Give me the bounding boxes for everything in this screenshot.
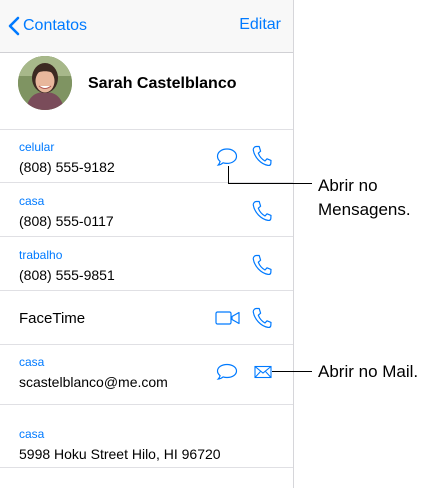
contact-header: Sarah Castelblanco: [0, 53, 293, 130]
phone-row-work[interactable]: trabalho (808) 555-9851: [0, 237, 293, 291]
message-bubble-icon[interactable]: [216, 363, 238, 386]
phone-row-mobile[interactable]: celular (808) 555-9182: [0, 129, 293, 183]
phone-label: celular: [19, 140, 55, 154]
phone-icon[interactable]: [252, 200, 272, 227]
phone-number: (808) 555-9851: [19, 267, 115, 283]
email-label: casa: [19, 355, 45, 369]
chevron-left-icon: [8, 16, 20, 36]
navigation-bar: Contatos Editar: [0, 0, 293, 53]
phone-icon[interactable]: [252, 254, 272, 281]
contact-name: Sarah Castelblanco: [88, 75, 237, 92]
mail-callout: Abrir no Mail.: [318, 362, 419, 381]
back-button[interactable]: Contatos: [8, 14, 87, 38]
phone-row-home[interactable]: casa (808) 555-0117: [0, 183, 293, 237]
phone-icon[interactable]: [252, 145, 272, 172]
phone-number: (808) 555-0117: [19, 213, 114, 229]
avatar: [18, 56, 72, 110]
mail-callout-leader: [272, 371, 312, 372]
edit-button[interactable]: Editar: [239, 16, 281, 34]
video-camera-icon[interactable]: [215, 310, 241, 331]
message-bubble-icon[interactable]: [216, 147, 238, 172]
messages-callout-leader: [228, 166, 229, 183]
back-button-label: Contatos: [23, 17, 88, 34]
email-address: scastelblanco@me.com: [19, 374, 168, 390]
messages-callout-line: Abrir no: [318, 176, 378, 195]
messages-callout-line: Mensagens.: [318, 200, 411, 219]
messages-callout-leader: [228, 183, 312, 184]
address-label: casa: [19, 427, 45, 441]
phone-label: trabalho: [19, 248, 63, 262]
phone-number: (808) 555-9182: [19, 159, 115, 175]
facetime-label: FaceTime: [19, 310, 86, 327]
address-value: 5998 Hoku Street Hilo, HI 96720: [19, 446, 221, 462]
address-row[interactable]: casa 5998 Hoku Street Hilo, HI 96720: [0, 405, 293, 468]
contact-card-screen: Contatos Editar Sarah Castelblanco celul…: [0, 0, 294, 488]
envelope-icon[interactable]: [254, 365, 272, 384]
phone-icon[interactable]: [252, 307, 272, 334]
facetime-row[interactable]: FaceTime: [0, 291, 293, 345]
messages-callout: Abrir no Mensagens.: [318, 174, 411, 222]
email-row[interactable]: casa scastelblanco@me.com: [0, 345, 293, 405]
phone-label: casa: [19, 194, 45, 208]
